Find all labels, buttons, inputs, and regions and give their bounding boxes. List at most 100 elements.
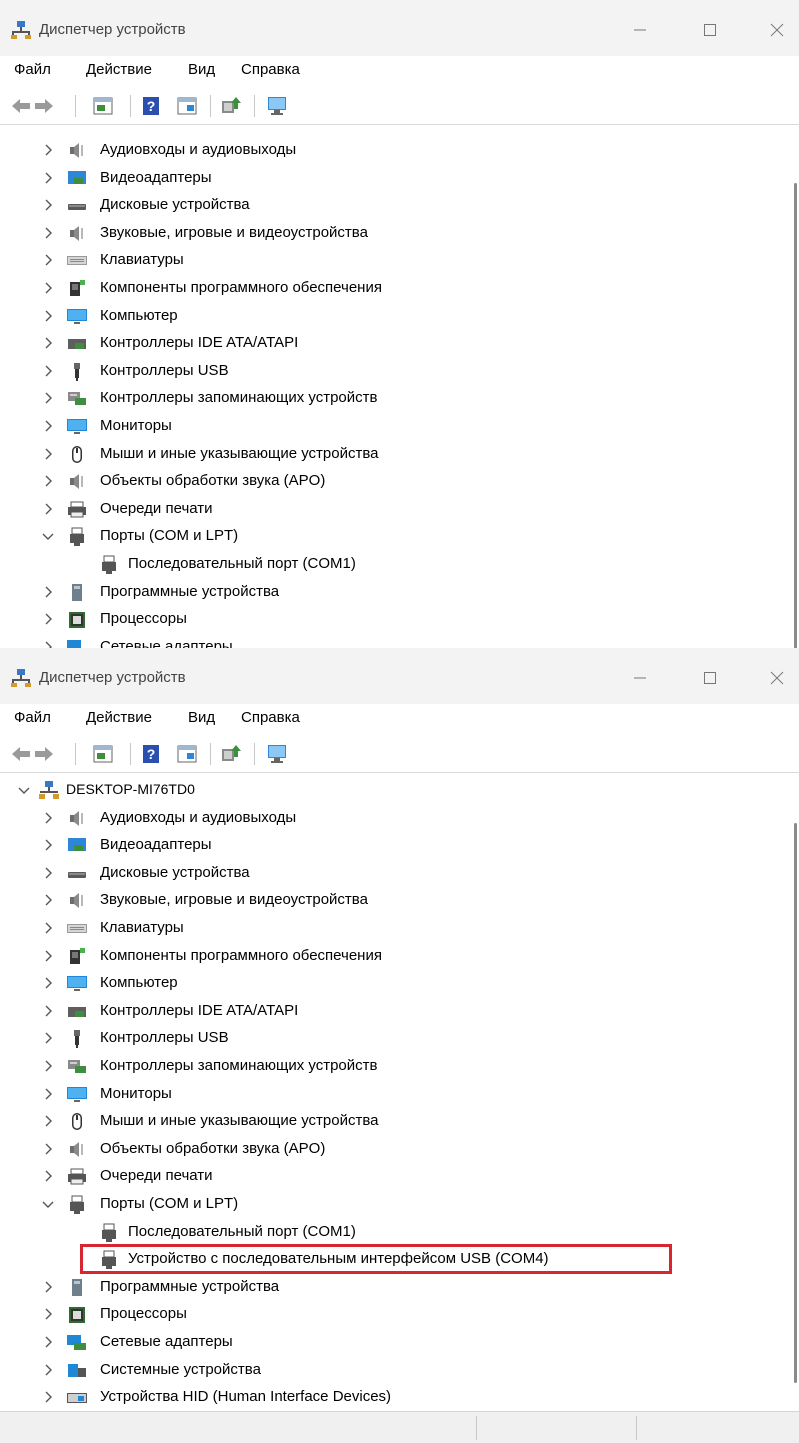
tree-item[interactable]: Компьютер bbox=[0, 303, 790, 329]
chevron-right-icon[interactable] bbox=[40, 1003, 56, 1019]
chevron-right-icon[interactable] bbox=[40, 1362, 56, 1378]
tree-item[interactable]: Объекты обработки звука (APO) bbox=[0, 1136, 790, 1162]
chevron-right-icon[interactable] bbox=[40, 1279, 56, 1295]
forward-arrow-icon[interactable] bbox=[33, 95, 55, 117]
tree-item[interactable]: Системные устройства bbox=[0, 1357, 790, 1383]
tree-item[interactable]: Процессоры bbox=[0, 606, 790, 632]
close-button[interactable] bbox=[754, 12, 799, 48]
back-arrow-icon[interactable] bbox=[10, 743, 32, 765]
chevron-right-icon[interactable] bbox=[40, 837, 56, 853]
chevron-right-icon[interactable] bbox=[40, 308, 56, 324]
tree-item[interactable]: Компоненты программного обеспечения bbox=[0, 943, 790, 969]
chevron-right-icon[interactable] bbox=[40, 390, 56, 406]
tree-item[interactable]: Объекты обработки звука (APO) bbox=[0, 468, 790, 494]
tree-item[interactable]: Порты (COM и LPT) bbox=[0, 523, 790, 549]
tree-item[interactable]: Звуковые, игровые и видеоустройства bbox=[0, 887, 790, 913]
properties-icon[interactable] bbox=[92, 95, 114, 117]
tree-item[interactable]: DESKTOP-MI76TD0 bbox=[0, 777, 790, 803]
chevron-right-icon[interactable] bbox=[40, 584, 56, 600]
tree-item[interactable]: Видеоадаптеры bbox=[0, 832, 790, 858]
tree-item[interactable]: Мыши и иные указывающие устройства bbox=[0, 441, 790, 467]
tree-item[interactable]: Мыши и иные указывающие устройства bbox=[0, 1108, 790, 1134]
update-driver-icon[interactable] bbox=[220, 95, 242, 117]
chevron-right-icon[interactable] bbox=[40, 142, 56, 158]
back-arrow-icon[interactable] bbox=[10, 95, 32, 117]
chevron-right-icon[interactable] bbox=[40, 252, 56, 268]
chevron-right-icon[interactable] bbox=[40, 1086, 56, 1102]
tree-item[interactable]: Последовательный порт (COM1) bbox=[0, 1219, 790, 1245]
forward-arrow-icon[interactable] bbox=[33, 743, 55, 765]
menu-action[interactable]: Действие bbox=[86, 709, 152, 726]
minimize-button[interactable] bbox=[617, 660, 663, 696]
chevron-right-icon[interactable] bbox=[40, 335, 56, 351]
chevron-right-icon[interactable] bbox=[40, 1058, 56, 1074]
menu-file[interactable]: Файл bbox=[14, 61, 51, 78]
chevron-right-icon[interactable] bbox=[40, 892, 56, 908]
chevron-down-icon[interactable] bbox=[40, 528, 56, 544]
menu-help[interactable]: Справка bbox=[241, 709, 300, 726]
vertical-scrollbar[interactable] bbox=[790, 773, 799, 1412]
tree-item[interactable]: Звуковые, игровые и видеоустройства bbox=[0, 220, 790, 246]
close-button[interactable] bbox=[754, 660, 799, 696]
update-driver-icon[interactable] bbox=[220, 743, 242, 765]
tree-item[interactable]: Дисковые устройства bbox=[0, 192, 790, 218]
tree-item[interactable]: Контроллеры запоминающих устройств bbox=[0, 1053, 790, 1079]
menu-action[interactable]: Действие bbox=[86, 61, 152, 78]
scrollbar-thumb[interactable] bbox=[794, 183, 797, 648]
tree-item[interactable]: Мониторы bbox=[0, 413, 790, 439]
chevron-right-icon[interactable] bbox=[40, 225, 56, 241]
tree-item[interactable]: Очереди печати bbox=[0, 1163, 790, 1189]
chevron-right-icon[interactable] bbox=[40, 1306, 56, 1322]
tree-item[interactable]: Очереди печати bbox=[0, 496, 790, 522]
tree-item[interactable]: Клавиатуры bbox=[0, 915, 790, 941]
tree-item[interactable]: Контроллеры запоминающих устройств bbox=[0, 385, 790, 411]
tree-item[interactable]: Контроллеры IDE ATA/ATAPI bbox=[0, 330, 790, 356]
chevron-right-icon[interactable] bbox=[40, 611, 56, 627]
chevron-right-icon[interactable] bbox=[40, 501, 56, 517]
chevron-down-icon[interactable] bbox=[40, 1196, 56, 1212]
tree-item[interactable]: Процессоры bbox=[0, 1301, 790, 1327]
chevron-right-icon[interactable] bbox=[40, 948, 56, 964]
chevron-right-icon[interactable] bbox=[40, 473, 56, 489]
tree-item[interactable]: Дисковые устройства bbox=[0, 860, 790, 886]
minimize-button[interactable] bbox=[617, 12, 663, 48]
chevron-right-icon[interactable] bbox=[40, 1168, 56, 1184]
tree-item[interactable]: Видеоадаптеры bbox=[0, 165, 790, 191]
menu-file[interactable]: Файл bbox=[14, 709, 51, 726]
tree-item[interactable]: Мониторы bbox=[0, 1081, 790, 1107]
chevron-right-icon[interactable] bbox=[40, 1141, 56, 1157]
tree-item[interactable]: Сетевые адаптеры bbox=[0, 634, 790, 648]
maximize-button[interactable] bbox=[687, 660, 733, 696]
chevron-right-icon[interactable] bbox=[40, 170, 56, 186]
tree-item[interactable]: Порты (COM и LPT) bbox=[0, 1191, 790, 1217]
tree-item[interactable]: Контроллеры USB bbox=[0, 1025, 790, 1051]
tree-item[interactable]: Программные устройства bbox=[0, 1274, 790, 1300]
scrollbar-thumb[interactable] bbox=[794, 823, 797, 1383]
scan-hardware-icon[interactable] bbox=[266, 743, 288, 765]
chevron-right-icon[interactable] bbox=[40, 446, 56, 462]
chevron-right-icon[interactable] bbox=[40, 1389, 56, 1405]
tree-item[interactable]: Сетевые адаптеры bbox=[0, 1329, 790, 1355]
tree-item[interactable]: Аудиовходы и аудиовыходы bbox=[0, 137, 790, 163]
chevron-right-icon[interactable] bbox=[40, 810, 56, 826]
scan-hardware-icon[interactable] bbox=[266, 95, 288, 117]
chevron-right-icon[interactable] bbox=[40, 1113, 56, 1129]
view-icon[interactable] bbox=[176, 743, 198, 765]
vertical-scrollbar[interactable] bbox=[790, 125, 799, 648]
tree-item[interactable]: Компьютер bbox=[0, 970, 790, 996]
tree-item[interactable]: Последовательный порт (COM1) bbox=[0, 551, 790, 577]
menu-view[interactable]: Вид bbox=[188, 709, 215, 726]
menu-help[interactable]: Справка bbox=[241, 61, 300, 78]
tree-item[interactable]: Контроллеры USB bbox=[0, 358, 790, 384]
tree-item[interactable]: Компоненты программного обеспечения bbox=[0, 275, 790, 301]
chevron-right-icon[interactable] bbox=[40, 197, 56, 213]
help-icon[interactable]: ? bbox=[140, 743, 162, 765]
chevron-right-icon[interactable] bbox=[40, 865, 56, 881]
properties-icon[interactable] bbox=[92, 743, 114, 765]
help-icon[interactable]: ? bbox=[140, 95, 162, 117]
maximize-button[interactable] bbox=[687, 12, 733, 48]
chevron-right-icon[interactable] bbox=[40, 1334, 56, 1350]
tree-item[interactable]: Контроллеры IDE ATA/ATAPI bbox=[0, 998, 790, 1024]
chevron-right-icon[interactable] bbox=[40, 1030, 56, 1046]
tree-item[interactable]: Клавиатуры bbox=[0, 247, 790, 273]
